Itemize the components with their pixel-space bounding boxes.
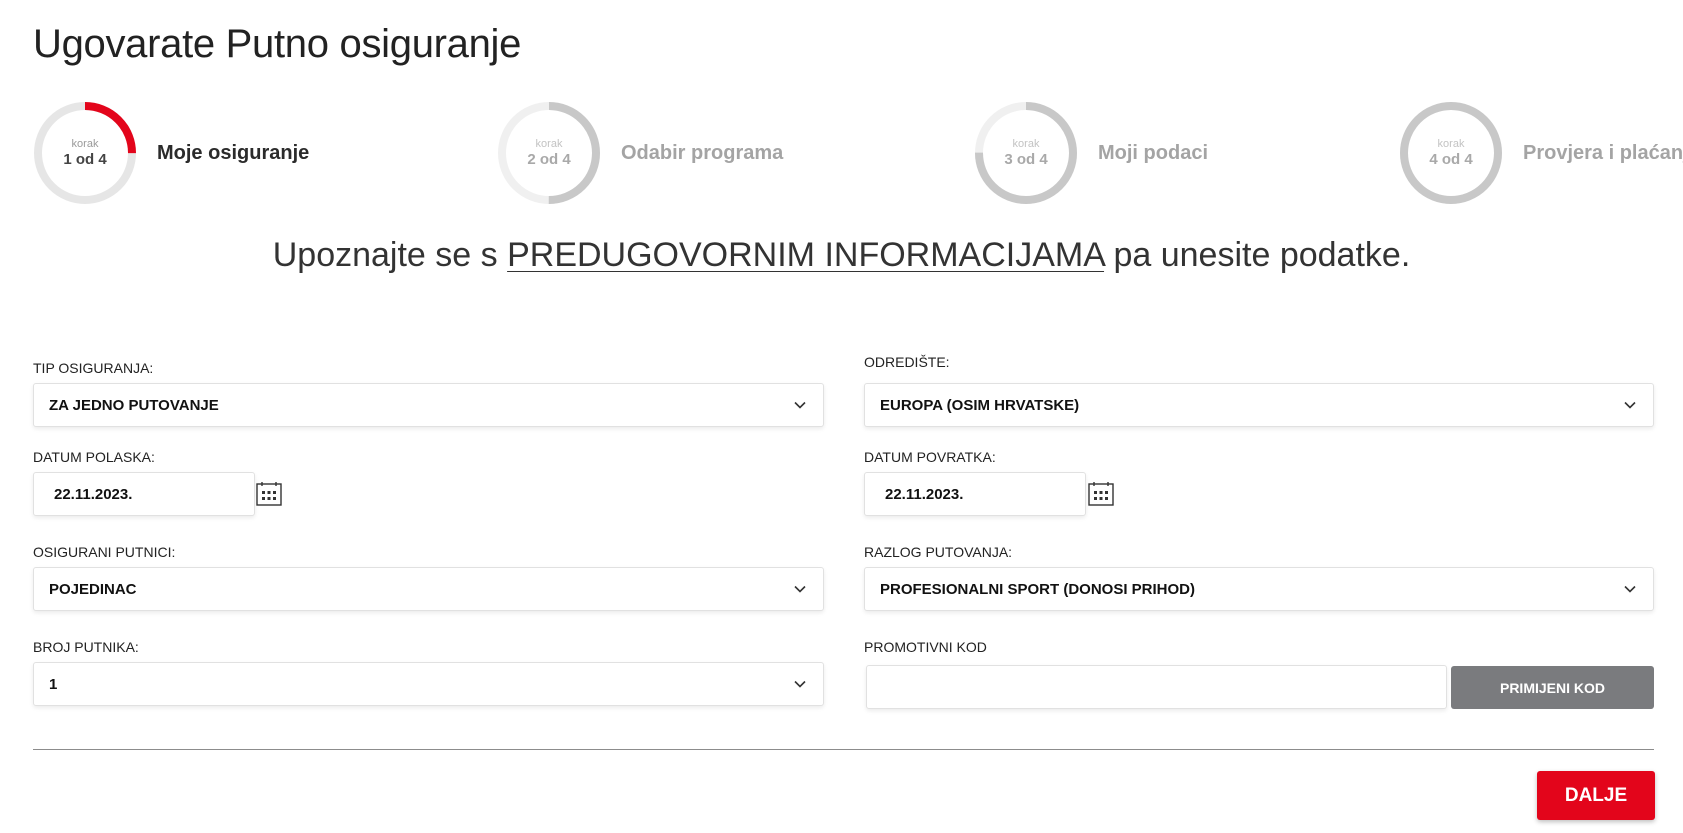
step-count: 3 od 4: [1004, 150, 1048, 168]
step-korak-label: korak: [535, 137, 563, 150]
step-korak-label: korak: [1012, 137, 1040, 150]
calendar-icon[interactable]: [256, 481, 282, 507]
step-3: korak 3 od 4 Moji podaci: [974, 101, 1208, 205]
page-title: Ugovarate Putno osiguranje: [33, 22, 522, 66]
step-progress-ring: korak 1 od 4: [33, 101, 137, 205]
datum-polaska-label: DATUM POLASKA:: [33, 449, 155, 465]
osigurani-putnici-label: OSIGURANI PUTNICI:: [33, 544, 176, 560]
broj-putnika-select[interactable]: 1: [33, 662, 824, 706]
step-korak-label: korak: [1437, 137, 1465, 150]
subtitle-before: Upoznajte se s: [272, 236, 508, 274]
odrediste-label: ODREDIŠTE:: [864, 354, 950, 370]
chevron-down-icon: [794, 680, 806, 688]
apply-code-button[interactable]: PRIMIJENI KOD: [1451, 666, 1654, 709]
step-2: korak 2 od 4 Odabir programa: [497, 101, 783, 205]
instructions-text: Upoznajte se s PREDUGOVORNIM INFORMACIJA…: [0, 236, 1683, 275]
step-progress-ring: korak 4 od 4: [1399, 101, 1503, 205]
precontract-info-link[interactable]: PREDUGOVORNIM INFORMACIJAMA: [507, 236, 1104, 274]
chevron-down-icon: [1624, 585, 1636, 593]
datum-povratka-label: DATUM POVRATKA:: [864, 449, 996, 465]
divider: [33, 749, 1654, 750]
step-count: 4 od 4: [1429, 150, 1473, 168]
calendar-icon[interactable]: [1088, 481, 1114, 507]
step-count: 1 od 4: [63, 150, 107, 168]
razlog-putovanja-value: PROFESIONALNI SPORT (DONOSI PRIHOD): [880, 580, 1196, 598]
step-count: 2 od 4: [527, 150, 571, 168]
step-progress-ring: korak 2 od 4: [497, 101, 601, 205]
step-progress-ring: korak 3 od 4: [974, 101, 1078, 205]
promotivni-kod-label: PROMOTIVNI KOD: [864, 639, 987, 655]
datum-polaska-value: 22.11.2023.: [54, 485, 133, 503]
broj-putnika-value: 1: [49, 675, 58, 693]
chevron-down-icon: [794, 585, 806, 593]
step-label: Moje osiguranje: [157, 141, 310, 164]
next-button[interactable]: DALJE: [1537, 771, 1655, 820]
chevron-down-icon: [1624, 401, 1636, 409]
step-label: Odabir programa: [621, 141, 784, 164]
step-4: korak 4 od 4 Provjera i plaćanje: [1399, 101, 1683, 205]
step-korak-label: korak: [71, 137, 99, 150]
progress-steps: korak 1 od 4 Moje osiguranje korak 2 od …: [33, 101, 1683, 205]
tip-osiguranja-value: ZA JEDNO PUTOVANJE: [49, 396, 219, 414]
tip-osiguranja-label: TIP OSIGURANJA:: [33, 360, 154, 376]
odrediste-value: EUROPA (OSIM HRVATSKE): [880, 396, 1080, 414]
broj-putnika-label: BROJ PUTNIKA:: [33, 639, 139, 655]
datum-povratka-value: 22.11.2023.: [885, 485, 964, 503]
datum-polaska-input[interactable]: 22.11.2023.: [33, 472, 255, 516]
osigurani-putnici-select[interactable]: POJEDINAC: [33, 567, 824, 611]
step-label: Provjera i plaćanje: [1523, 141, 1683, 164]
razlog-putovanja-label: RAZLOG PUTOVANJA:: [864, 544, 1013, 560]
osigurani-putnici-value: POJEDINAC: [49, 580, 137, 598]
subtitle-after: pa unesite podatke.: [1104, 236, 1411, 274]
odrediste-select[interactable]: EUROPA (OSIM HRVATSKE): [864, 383, 1654, 427]
chevron-down-icon: [794, 401, 806, 409]
razlog-putovanja-select[interactable]: PROFESIONALNI SPORT (DONOSI PRIHOD): [864, 567, 1654, 611]
tip-osiguranja-select[interactable]: ZA JEDNO PUTOVANJE: [33, 383, 824, 427]
step-1: korak 1 od 4 Moje osiguranje: [33, 101, 309, 205]
step-label: Moji podaci: [1098, 141, 1208, 164]
datum-povratka-input[interactable]: 22.11.2023.: [864, 472, 1086, 516]
promo-code-input[interactable]: [866, 665, 1447, 709]
